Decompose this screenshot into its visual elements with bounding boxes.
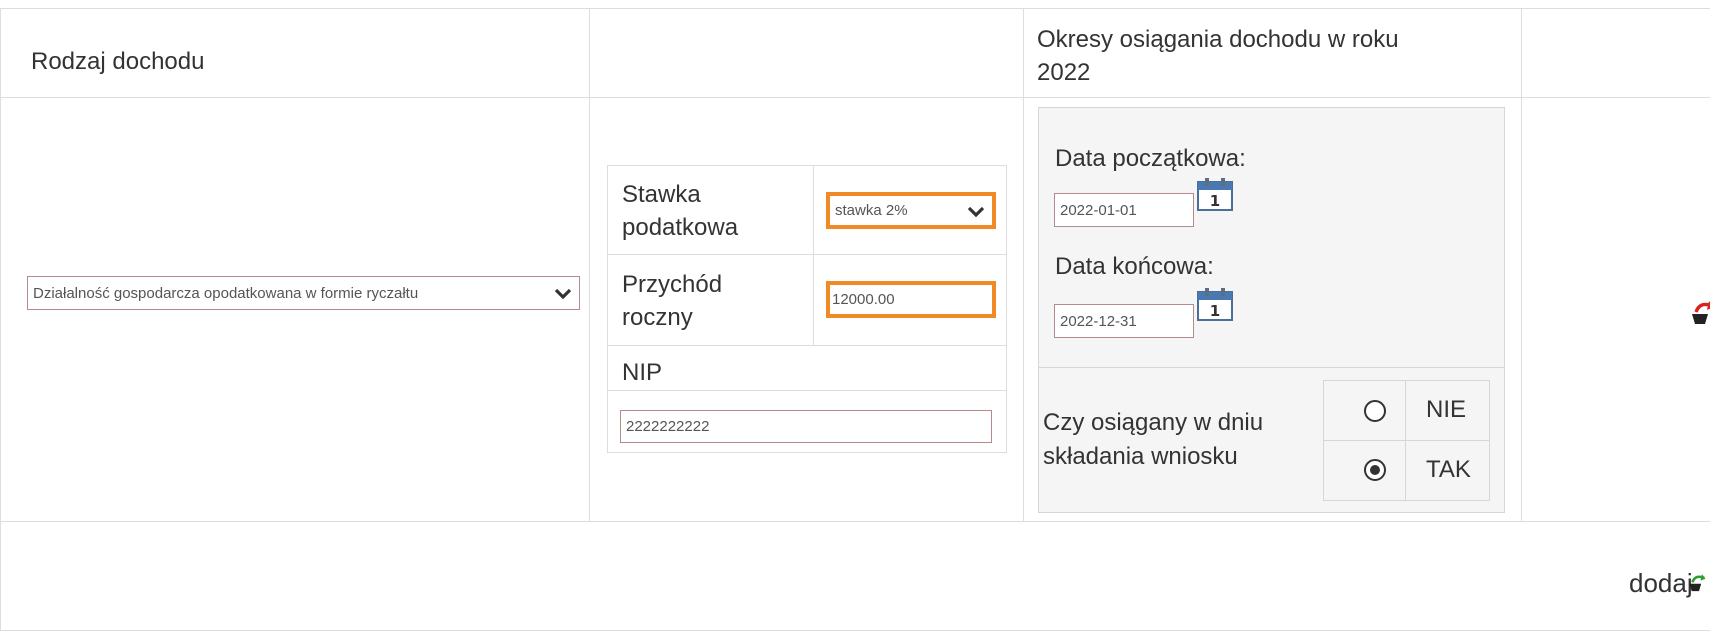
add-row-link[interactable]: dodaj [1629,567,1693,599]
tax-rate-label-line1: Stawka [622,181,701,208]
radio-yes-selected-dot [1370,465,1380,475]
start-date-label: Data początkowa: [1055,145,1246,172]
column-header-periods-line1: Okresy osiągania dochodu w roku [1037,26,1399,53]
nip-divider [607,390,1007,391]
calendar-icon[interactable]: 1 [1196,176,1234,212]
add-row-icon[interactable] [1688,568,1710,598]
footer-row [0,521,1710,631]
radio-no[interactable] [1364,400,1386,422]
tax-rate-select-value: stawka 2% [835,202,908,219]
achieved-label-line2: składania wniosku [1043,443,1238,470]
achieved-label-line1: Czy osiągany w dniu [1043,409,1264,436]
annual-revenue-input[interactable]: 12000.00 [826,281,996,318]
remove-row-icon[interactable] [1690,298,1710,328]
tax-rate-select[interactable]: stawka 2% [826,192,996,229]
row-cell-actions [1521,97,1710,522]
end-date-input[interactable]: 2022-12-31 [1054,304,1194,338]
end-date-value: 2022-12-31 [1060,312,1137,330]
nip-value: 2222222222 [626,418,710,435]
income-type-select-value: Działalność gospodarcza opodatkowana w f… [33,284,419,302]
end-date-label: Data końcowa: [1055,253,1214,280]
nip-input[interactable]: 2222222222 [620,410,992,443]
revenue-label-line2: roczny [622,304,693,331]
radio-yes-label: TAK [1426,456,1471,483]
chevron-down-icon [967,206,985,218]
header-cell-details [589,8,1024,98]
tax-rate-label-line2: podatkowa [622,214,739,241]
header-cell-income-type: Rodzaj dochodu [0,8,590,98]
calendar-day: 1 [1210,192,1220,210]
income-type-select[interactable]: Działalność gospodarcza opodatkowana w f… [27,276,580,310]
calendar-day: 1 [1210,302,1220,320]
nip-label: NIP [622,359,663,386]
start-date-value: 2022-01-01 [1060,201,1137,219]
tax-rate-label-cell: Stawka podatkowa [607,165,814,255]
radio-group-row-divider [1323,440,1490,441]
calendar-icon[interactable]: 1 [1196,286,1234,322]
start-date-input[interactable]: 2022-01-01 [1054,193,1194,227]
header-cell-periods: Okresy osiągania dochodu w roku 2022 [1023,8,1522,98]
column-header-income-type: Rodzaj dochodu [31,48,205,75]
periods-panel-divider [1038,367,1505,368]
radio-no-label: NIE [1426,396,1467,423]
chevron-down-icon [554,288,572,300]
revenue-label-cell: Przychód roczny [607,254,814,346]
header-cell-actions [1521,8,1710,98]
annual-revenue-value: 12000.00 [832,291,895,308]
radio-yes[interactable] [1364,459,1386,481]
column-header-periods-line2: 2022 [1037,59,1091,86]
revenue-label-line1: Przychód [622,271,723,298]
